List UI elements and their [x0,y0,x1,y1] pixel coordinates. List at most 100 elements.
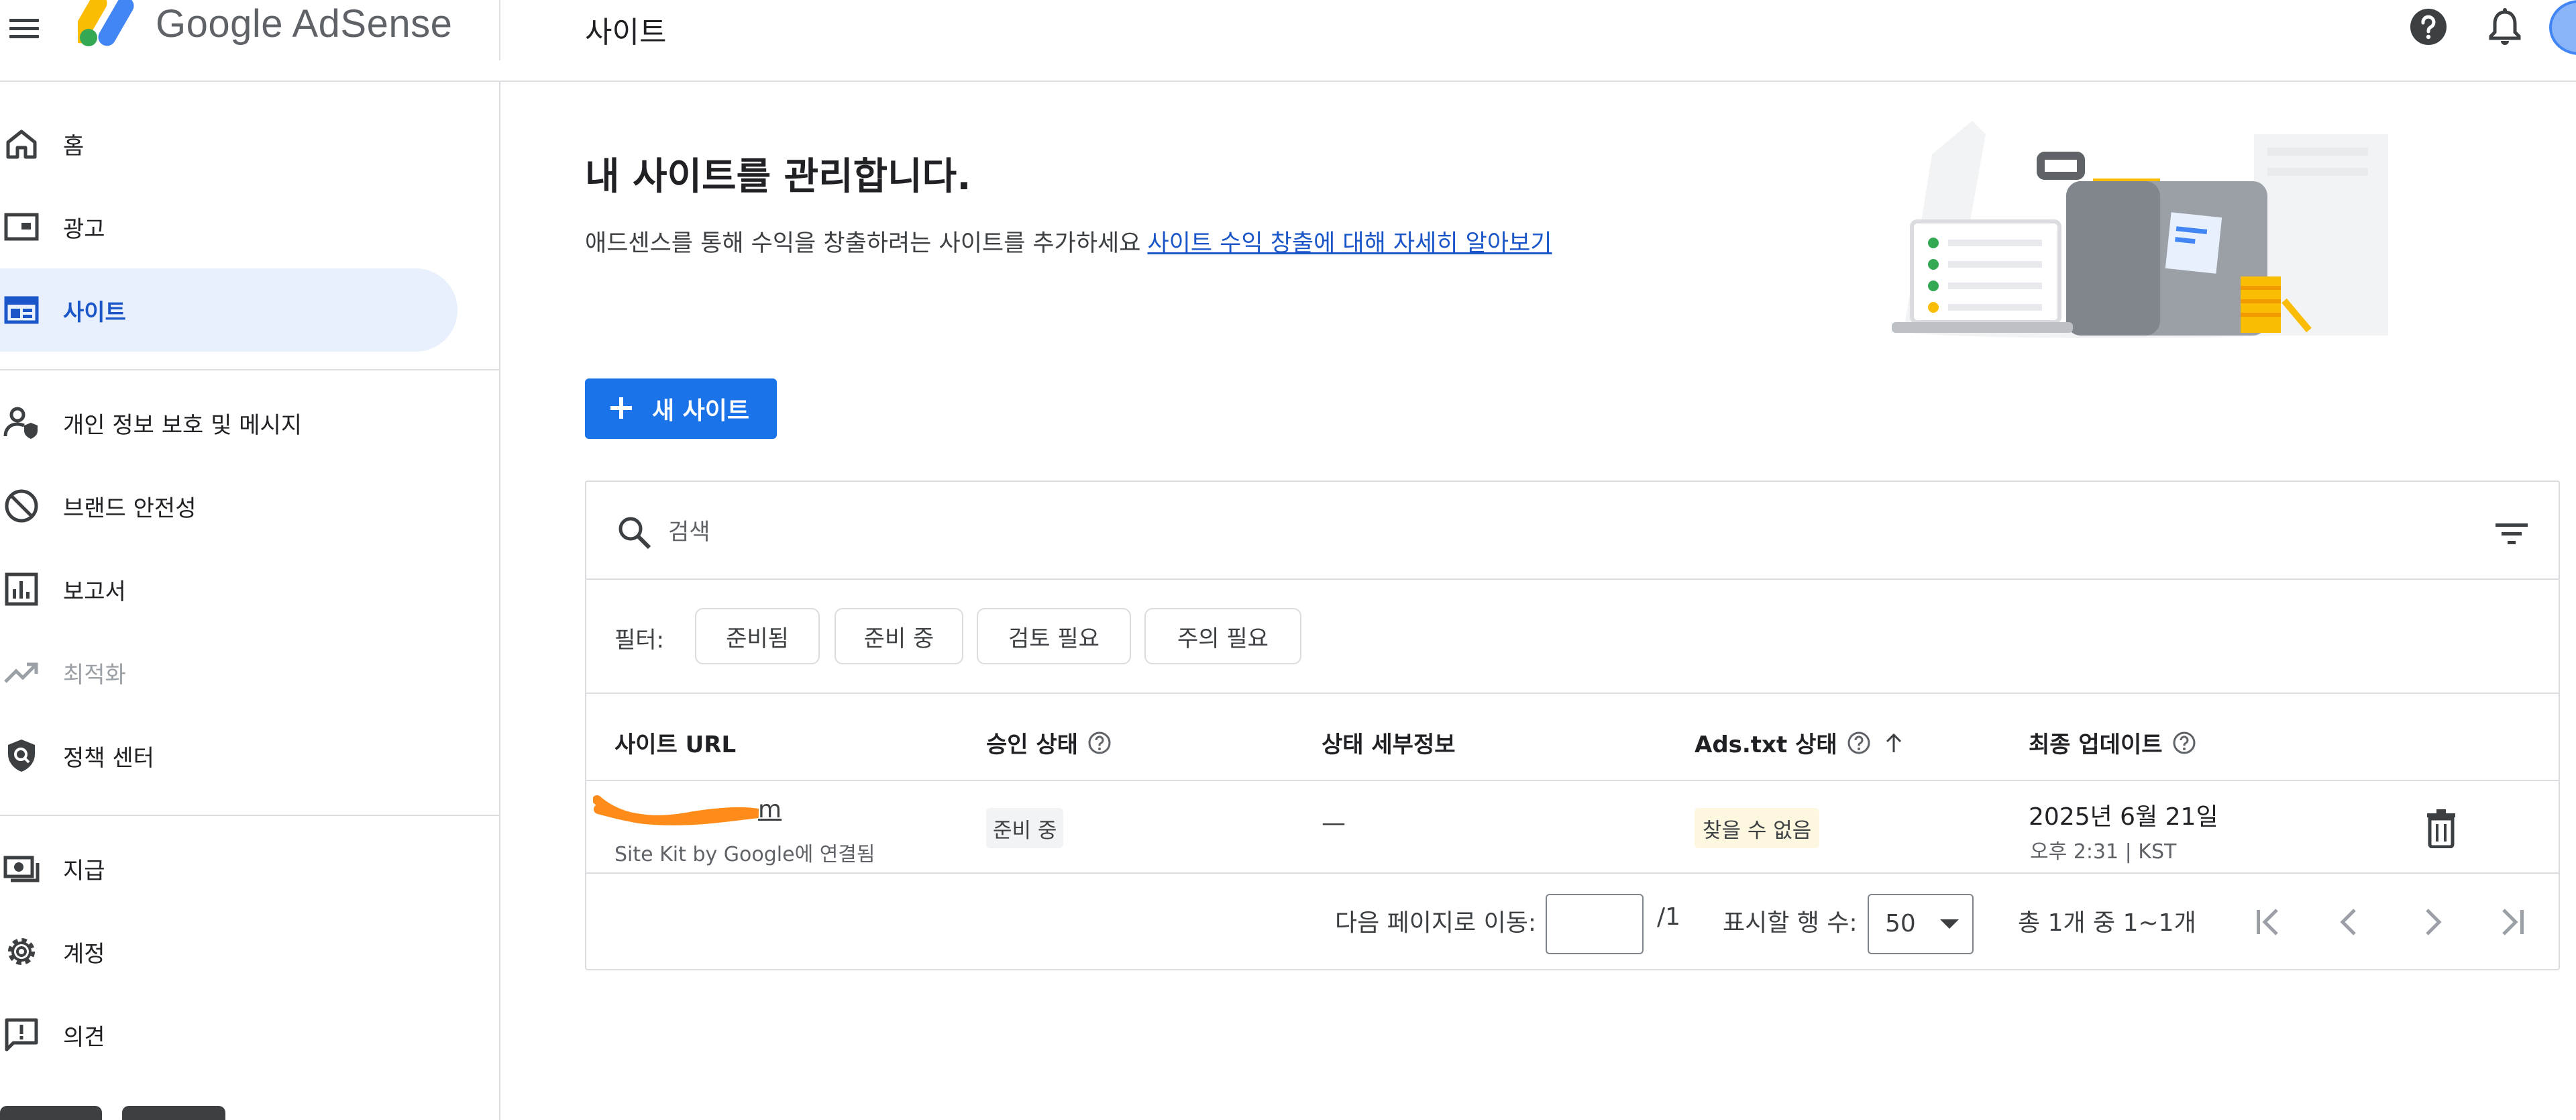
reports-icon [5,572,38,606]
sidebar-item-account[interactable]: 계정 [0,910,458,993]
column-header-site-url[interactable]: 사이트 URL [614,726,736,759]
filter-list-icon[interactable] [2491,515,2532,553]
search-icon [619,517,651,550]
sidebar-item-label: 최적화 [63,661,126,689]
sidebar-item-home[interactable]: 홈 [0,102,458,185]
sidebar-item-label: 계정 [63,940,105,968]
column-header-label: 상태 세부정보 [1322,731,1456,758]
sidebar-item-ads[interactable]: 광고 [0,185,458,268]
sidebar-item-policy-center[interactable]: 정책 센터 [0,714,458,797]
chevron-down-icon [1940,919,1959,929]
sidebar-divider [0,369,499,370]
sidebar-item-reports[interactable]: 보고서 [0,548,458,631]
bottom-floating-chip[interactable] [122,1106,225,1120]
sidebar-item-label: 정책 센터 [63,744,154,772]
help-outline-icon[interactable] [1087,731,1112,755]
column-header-label: 승인 상태 [986,731,1078,758]
sidebar-item-label: 의견 [63,1023,105,1051]
filter-chip-needs-attention[interactable]: 주의 필요 [1144,608,1301,664]
top-app-bar: Google AdSense 사이트 [0,0,2576,82]
filter-chip-ready[interactable]: 준비됨 [695,608,820,664]
column-header-label: 사이트 URL [614,731,737,758]
column-header-label: 최종 업데이트 [2029,731,2163,758]
menu-icon[interactable] [7,13,42,43]
previous-page-icon[interactable] [2329,901,2369,944]
pagination-bar: 다음 페이지로 이동: /1 표시할 행 수: 50 총 1개 중 1~1개 [586,874,2559,972]
sidebar-divider [0,815,499,816]
sites-table-card: 필터: 준비됨 준비 중 검토 필요 주의 필요 사이트 URL 승인 상태 상… [585,480,2560,970]
new-site-button[interactable]: 새 사이트 [585,378,777,439]
next-page-icon[interactable] [2412,901,2453,944]
first-page-icon[interactable] [2249,901,2289,944]
notifications-bell-icon[interactable] [2486,7,2524,47]
column-header-last-updated[interactable]: 최종 업데이트 [2029,726,2196,759]
status-detail-text: — [1322,809,1346,837]
sidebar-item-label: 브랜드 안전성 [63,495,197,522]
sidebar-item-label: 개인 정보 보호 및 메시지 [63,411,303,439]
sidebar-item-feedback[interactable]: 의견 [0,993,458,1076]
column-header-status-details[interactable]: 상태 세부정보 [1322,726,1456,759]
help-outline-icon[interactable] [2172,731,2196,755]
policy-shield-icon [8,740,35,772]
table-row: m Site Kit by Google에 연결됨 준비 중 — 찾을 수 없음… [586,781,2559,874]
column-header-label: Ads.txt 상태 [1695,731,1837,758]
plus-icon [610,397,632,419]
bottom-floating-chip[interactable] [0,1106,102,1120]
page-name: 사이트 [585,15,667,50]
sidebar-item-label: 보고서 [63,578,126,605]
ads-txt-status-badge[interactable]: 찾을 수 없음 [1695,808,1820,848]
page-number-input[interactable] [1546,894,1644,954]
feedback-icon [5,1018,38,1052]
rows-per-page-label: 표시할 행 수: [1723,909,1858,937]
payments-icon [3,856,40,882]
sidebar-item-label: 사이트 [63,299,126,326]
ads-icon [4,213,39,241]
redaction-scribble [593,795,759,825]
column-header-ads-txt-status[interactable]: Ads.txt 상태 [1695,726,1906,759]
go-to-page-label: 다음 페이지로 이동: [1335,909,1536,937]
topbar-divider [499,0,500,60]
account-avatar[interactable] [2549,0,2576,55]
page-subtitle: 애드센스를 통해 수익을 창출하려는 사이트를 추가하세요 사이트 수익 창출에 … [585,224,1552,258]
help-icon[interactable] [2408,7,2449,47]
sites-illustration [1892,121,2388,338]
adsense-logo-icon[interactable] [78,0,140,48]
privacy-messaging-icon [3,407,38,439]
sidebar-item-optimization[interactable]: 최적화 [0,631,458,714]
page-title: 내 사이트를 관리합니다. [585,155,971,199]
app-brand[interactable]: Google AdSense [156,1,452,46]
sidebar-item-label: 지급 [63,857,105,884]
sidebar-nav: 홈 광고 사이트 개인 정보 보호 및 메시지 브랜드 안전성 보고서 최적화 … [0,82,500,1120]
sidebar-item-label: 광고 [63,215,105,243]
block-icon [5,489,38,523]
pagination-summary: 총 1개 중 1~1개 [2018,909,2196,937]
trending-up-icon [4,662,38,683]
gear-icon [8,938,35,965]
home-icon [6,130,37,159]
search-input[interactable] [668,513,2412,552]
column-header-approval-status[interactable]: 승인 상태 [986,726,1112,759]
learn-more-link[interactable]: 사이트 수익 창출에 대해 자세히 알아보기 [1147,230,1552,257]
approval-status-badge: 준비 중 [986,808,1064,848]
filter-chip-needs-review[interactable]: 검토 필요 [977,608,1131,664]
table-header: 사이트 URL 승인 상태 상태 세부정보 Ads.txt 상태 최종 업데이트 [586,694,2559,781]
last-updated-date: 2025년 6월 21일 [2029,803,2218,831]
filter-chips-row: 필터: 준비됨 준비 중 검토 필요 주의 필요 [586,580,2559,694]
sidebar-item-sites[interactable]: 사이트 [0,268,458,352]
filter-chip-getting-ready[interactable]: 준비 중 [835,608,963,664]
sidebar-item-label: 홈 [63,132,85,160]
new-site-button-label: 새 사이트 [652,397,750,425]
site-kit-connected-text: Site Kit by Google에 연결됨 [614,843,875,866]
total-pages-text: /1 [1657,903,1681,931]
rows-per-page-select[interactable]: 50 [1868,894,1974,954]
sidebar-item-payments[interactable]: 지급 [0,827,458,910]
filter-label: 필터: [614,627,665,654]
rows-per-page-value: 50 [1885,910,1916,937]
delete-icon[interactable] [2423,808,2459,848]
last-updated-time: 오후 2:31 | KST [2030,840,2177,864]
help-outline-icon[interactable] [1847,731,1871,755]
sort-arrow-up-icon[interactable] [1882,731,1906,755]
sidebar-item-privacy-messaging[interactable]: 개인 정보 보호 및 메시지 [0,381,458,464]
last-page-icon[interactable] [2491,901,2532,944]
sidebar-item-brand-safety[interactable]: 브랜드 안전성 [0,464,458,548]
